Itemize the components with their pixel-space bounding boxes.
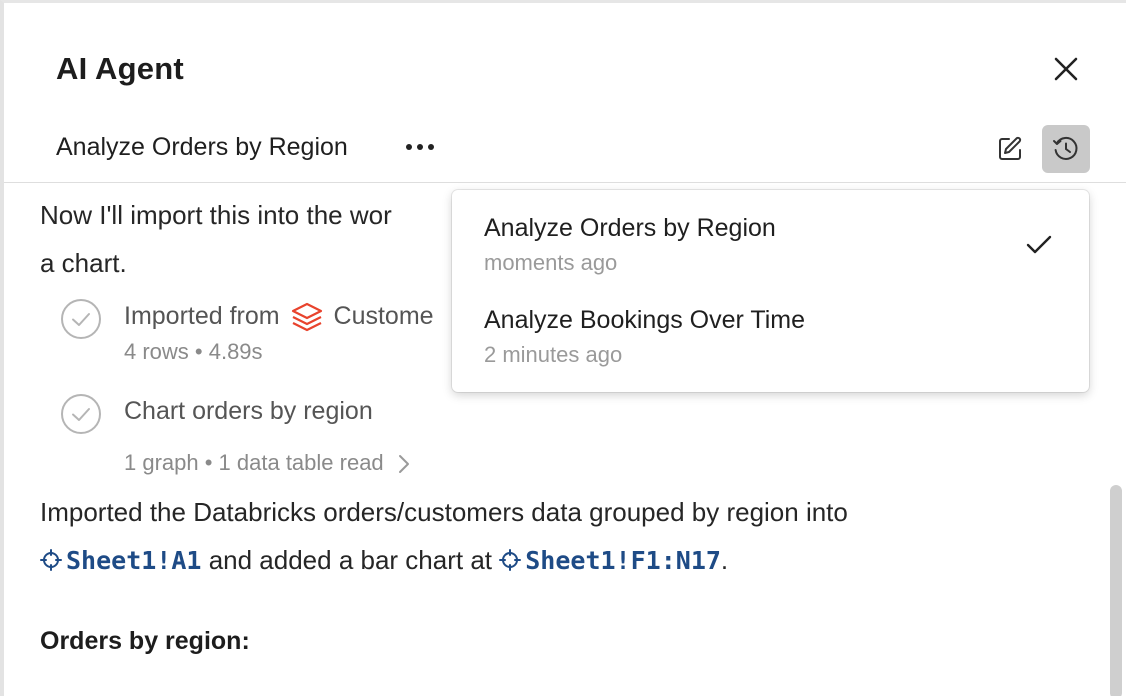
close-icon (1054, 57, 1078, 81)
cell-ref-link-1[interactable]: Sheet1!A1 (40, 546, 201, 575)
databricks-icon (291, 303, 322, 332)
check-circle-icon (61, 394, 101, 434)
checkmark-icon (1026, 235, 1052, 254)
chevron-right-icon[interactable] (398, 454, 410, 474)
history-button[interactable] (1042, 125, 1090, 173)
history-item-bookings[interactable]: Analyze Bookings Over Time 2 minutes ago (452, 286, 1089, 376)
more-options-button[interactable] (400, 129, 440, 165)
step-import-prefix: Imported from (124, 302, 280, 330)
history-item-name: Analyze Bookings Over Time (484, 306, 805, 334)
new-conversation-button[interactable] (990, 127, 1030, 171)
summary-part-2: and added a bar chart at (201, 545, 500, 575)
close-button[interactable] (1044, 51, 1088, 87)
conversation-title: Analyze Orders by Region (56, 133, 348, 161)
assistant-message-summary: Imported the Databricks orders/customers… (40, 488, 1080, 585)
step-chart-label: Chart orders by region (124, 397, 373, 425)
step-chart-meta[interactable]: 1 graph • 1 data table read (124, 439, 410, 487)
summary-end: . (720, 545, 729, 575)
cell-ref-link-2[interactable]: Sheet1!F1:N17 (499, 546, 721, 575)
summary-part-1: Imported the Databricks orders/customers… (40, 497, 848, 527)
history-item-orders[interactable]: Analyze Orders by Region moments ago (452, 194, 1089, 284)
cell-ref-1-text: Sheet1!A1 (66, 546, 202, 575)
history-dropdown: Analyze Orders by Region moments ago Ana… (452, 190, 1089, 392)
history-item-time: moments ago (484, 250, 618, 275)
check-circle-icon (61, 299, 101, 339)
cell-ref-2-text: Sheet1!F1:N17 (525, 546, 721, 575)
history-icon (1053, 136, 1078, 160)
section-heading: Orders by region: (40, 627, 250, 655)
crosshair-icon (499, 549, 522, 571)
step-import-meta: 4 rows • 4.89s (124, 339, 263, 364)
edit-icon (999, 136, 1022, 160)
step-import-source: Custome (333, 302, 434, 330)
panel-title: AI Agent (56, 51, 184, 86)
step-chart-meta-text: 1 graph • 1 data table read (124, 450, 384, 475)
more-horizontal-icon (406, 144, 434, 150)
history-item-name: Analyze Orders by Region (484, 214, 776, 242)
history-item-time: 2 minutes ago (484, 342, 623, 367)
conversation-bar: Analyze Orders by Region (4, 121, 1126, 183)
chat-scrollbar[interactable] (1110, 485, 1122, 696)
crosshair-icon (40, 549, 62, 571)
ai-agent-panel: AI Agent Analyze Orders by Region Now I'… (0, 0, 1126, 696)
